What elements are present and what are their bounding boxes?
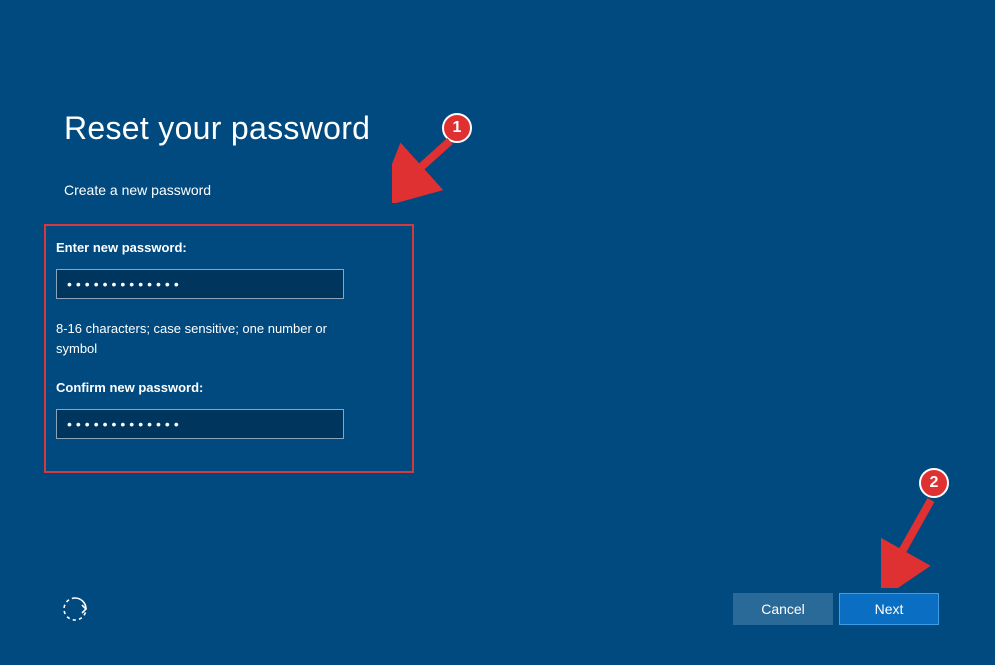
cancel-button[interactable]: Cancel [733,593,833,625]
page-subtitle: Create a new password [64,182,664,198]
footer-button-row: Cancel Next [733,593,939,625]
page-title: Reset your password [64,110,664,147]
arrow-icon [881,468,961,588]
annotation-callout-2: 2 [881,468,961,578]
enter-password-input[interactable] [56,269,344,299]
password-hint: 8-16 characters; case sensitive; one num… [56,319,366,358]
confirm-password-label: Confirm new password: [56,380,396,395]
ease-of-access-icon[interactable] [61,595,89,623]
password-form-highlight-box: Enter new password: 8-16 characters; cas… [44,224,414,473]
next-button[interactable]: Next [839,593,939,625]
confirm-password-input[interactable] [56,409,344,439]
enter-password-label: Enter new password: [56,240,396,255]
annotation-badge-2: 2 [919,468,949,498]
